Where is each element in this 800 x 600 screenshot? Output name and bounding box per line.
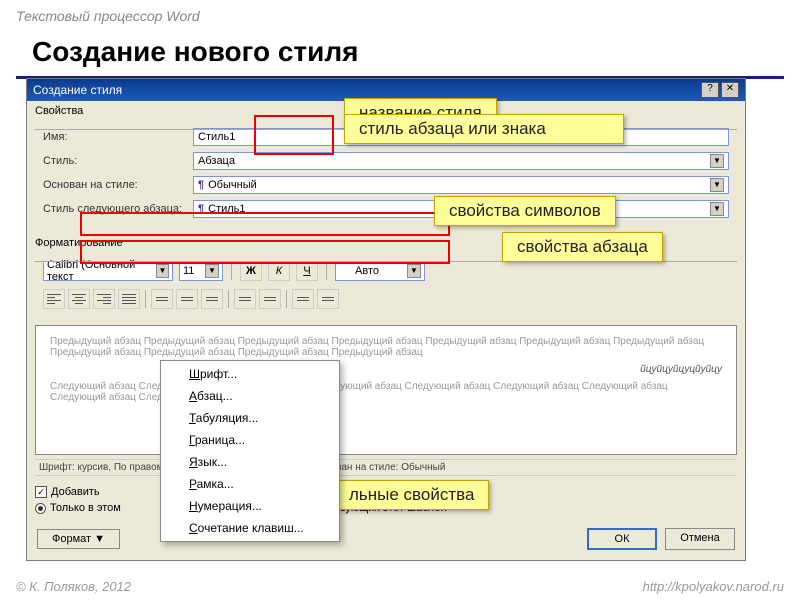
chevron-down-icon: ▼ [710,178,724,192]
format-context-menu: Шрифт... Абзац... Табуляция... Граница..… [160,360,340,542]
name-label: Имя: [43,131,193,143]
menu-border[interactable]: Граница... [161,429,339,451]
only-this-doc-radio[interactable] [35,503,46,514]
close-button[interactable]: ✕ [721,82,739,98]
menu-font[interactable]: Шрифт... [161,363,339,385]
indent-inc-button[interactable] [317,289,339,309]
chevron-down-icon: ▼ [205,264,219,278]
font-color-select[interactable]: Авто▼ [335,261,425,281]
menu-language[interactable]: Язык... [161,451,339,473]
dialog-title: Создание стиля [33,83,122,97]
next-style-label: Стиль следующего абзаца: [43,203,193,215]
align-left-button[interactable] [43,289,65,309]
indent-dec-button[interactable] [292,289,314,309]
callout-char-props: свойства символов [434,196,616,226]
preview-prev-text: Предыдущий абзац Предыдущий абзац Предыд… [50,336,722,358]
add-to-list-checkbox[interactable]: ✓ [35,486,47,498]
style-type-select[interactable]: Абзаца ▼ [193,152,729,170]
style-type-label: Стиль: [43,155,193,167]
based-on-select[interactable]: ¶Обычный ▼ [193,176,729,194]
footer-url: http://kpolyakov.narod.ru [643,579,784,594]
align-center-button[interactable] [68,289,90,309]
footer-copyright: © К. Поляков, 2012 [16,579,131,594]
only-this-doc-label: Только в этом [50,502,121,514]
slide-title: Создание нового стиля [16,32,784,79]
add-to-list-label: Добавить [51,486,100,498]
format-button[interactable]: Формат ▼ [37,529,120,549]
chevron-down-icon: ▼ [710,202,724,216]
chevron-down-icon: ▼ [407,264,421,278]
preview-sample-text: йцуйцуйцуцйуйцу [50,358,722,381]
menu-numbering[interactable]: Нумерация... [161,495,339,517]
callout-other-props: льные свойства [334,480,489,510]
menu-tabs[interactable]: Табуляция... [161,407,339,429]
line-spacing-1-button[interactable] [151,289,173,309]
style-description: Шрифт: курсив, По правому краю, Стиль: Э… [35,459,737,476]
style-preview: Предыдущий абзац Предыдущий абзац Предыд… [35,325,737,455]
based-on-label: Основан на стиле: [43,179,193,191]
chevron-down-icon: ▼ [710,154,724,168]
cancel-button[interactable]: Отмена [665,528,735,550]
slide-header: Текстовый процессор Word [0,0,800,32]
underline-button[interactable]: Ч [296,261,318,281]
italic-button[interactable]: К [268,261,290,281]
chevron-down-icon: ▼ [156,264,169,278]
ok-button[interactable]: ОК [587,528,657,550]
line-spacing-15-button[interactable] [176,289,198,309]
preview-next-text: Следующий абзац Следующий абзац Следующи… [50,381,722,403]
menu-frame[interactable]: Рамка... [161,473,339,495]
line-spacing-2-button[interactable] [201,289,223,309]
font-size-select[interactable]: 11▼ [179,261,223,281]
callout-style-type: стиль абзаца или знака [344,114,624,144]
callout-para-props: свойства абзаца [502,232,663,262]
menu-shortcut[interactable]: Сочетание клавиш... [161,517,339,539]
menu-paragraph[interactable]: Абзац... [161,385,339,407]
bold-button[interactable]: Ж [240,261,262,281]
slide-footer: © К. Поляков, 2012 http://kpolyakov.naro… [0,579,800,594]
font-family-select[interactable]: Calibri (Основной текст▼ [43,261,173,281]
align-right-button[interactable] [93,289,115,309]
space-before-inc-button[interactable] [234,289,256,309]
help-button[interactable]: ? [701,82,719,98]
space-before-dec-button[interactable] [259,289,281,309]
align-justify-button[interactable] [118,289,140,309]
